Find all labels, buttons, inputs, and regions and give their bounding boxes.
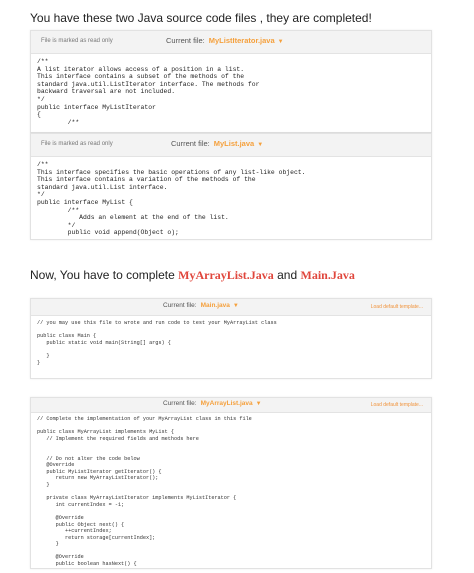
editor-myarraylist: Current file: MyArrayList.java ▼ Load defa… — [30, 397, 432, 569]
current-file-name: MyArrayList.java — [200, 400, 253, 407]
read-only-label: File is marked as read only — [41, 141, 113, 147]
editor-toolbar: Current file: MyArrayList.java ▼ Load defa… — [31, 398, 431, 413]
intro-heading: You have these two Java source code file… — [30, 11, 372, 25]
intro-suffix: , they are completed! — [259, 11, 372, 25]
chevron-down-icon: ▼ — [255, 401, 262, 407]
code-area[interactable]: /** This interface specifies the basic o… — [31, 157, 431, 239]
editor-toolbar: File is marked as read only Current file… — [31, 31, 431, 54]
task-heading: Now, You have to complete MyArrayList.Ja… — [30, 268, 355, 283]
task-prefix: Now, You have to complete — [30, 268, 175, 282]
current-file-selector[interactable]: Current file: MyList.java ▼ — [171, 139, 263, 148]
code-area[interactable]: // Complete the implementation of your M… — [31, 413, 431, 568]
load-template-button[interactable]: Load default template... — [371, 402, 423, 408]
editor-main: Current file: Main.java ▼ Load default tem… — [30, 298, 432, 379]
current-file-selector[interactable]: Current file: MyListIterator.java ▼ — [166, 36, 284, 45]
intro-middle: Java source code files — [137, 11, 257, 25]
editor-mylistiterator: File is marked as read only Current file… — [30, 30, 432, 133]
intro-prefix: You have these two — [30, 11, 135, 25]
chevron-down-icon: ▼ — [257, 142, 264, 148]
current-file-label: Current file: — [171, 139, 210, 148]
code-area[interactable]: // you may use this file to wrote and ru… — [31, 316, 431, 378]
task-conj: and — [277, 268, 298, 282]
current-file-name: MyList.java — [213, 139, 255, 148]
file-name-myarraylist: MyArrayList.Java — [178, 268, 274, 282]
current-file-name: MyListIterator.java — [208, 36, 275, 45]
editor-toolbar: Current file: Main.java ▼ Load default tem… — [31, 299, 431, 316]
current-file-selector[interactable]: Current file: MyArrayList.java ▼ — [163, 400, 262, 407]
editor-toolbar: File is marked as read only Current file… — [31, 134, 431, 157]
read-only-label: File is marked as read only — [41, 38, 113, 44]
chevron-down-icon: ▼ — [277, 39, 284, 45]
editor-mylist: File is marked as read only Current file… — [30, 133, 432, 240]
chevron-down-icon: ▼ — [232, 303, 239, 309]
current-file-label: Current file: — [166, 36, 205, 45]
current-file-name: Main.java — [200, 302, 230, 309]
load-template-button[interactable]: Load default template... — [371, 304, 423, 310]
code-area[interactable]: /** A list iterator allows access of a p… — [31, 54, 431, 132]
current-file-label: Current file: — [163, 400, 197, 407]
current-file-label: Current file: — [163, 302, 197, 309]
file-name-main: Main.Java — [300, 268, 355, 282]
current-file-selector[interactable]: Current file: Main.java ▼ — [163, 302, 239, 309]
